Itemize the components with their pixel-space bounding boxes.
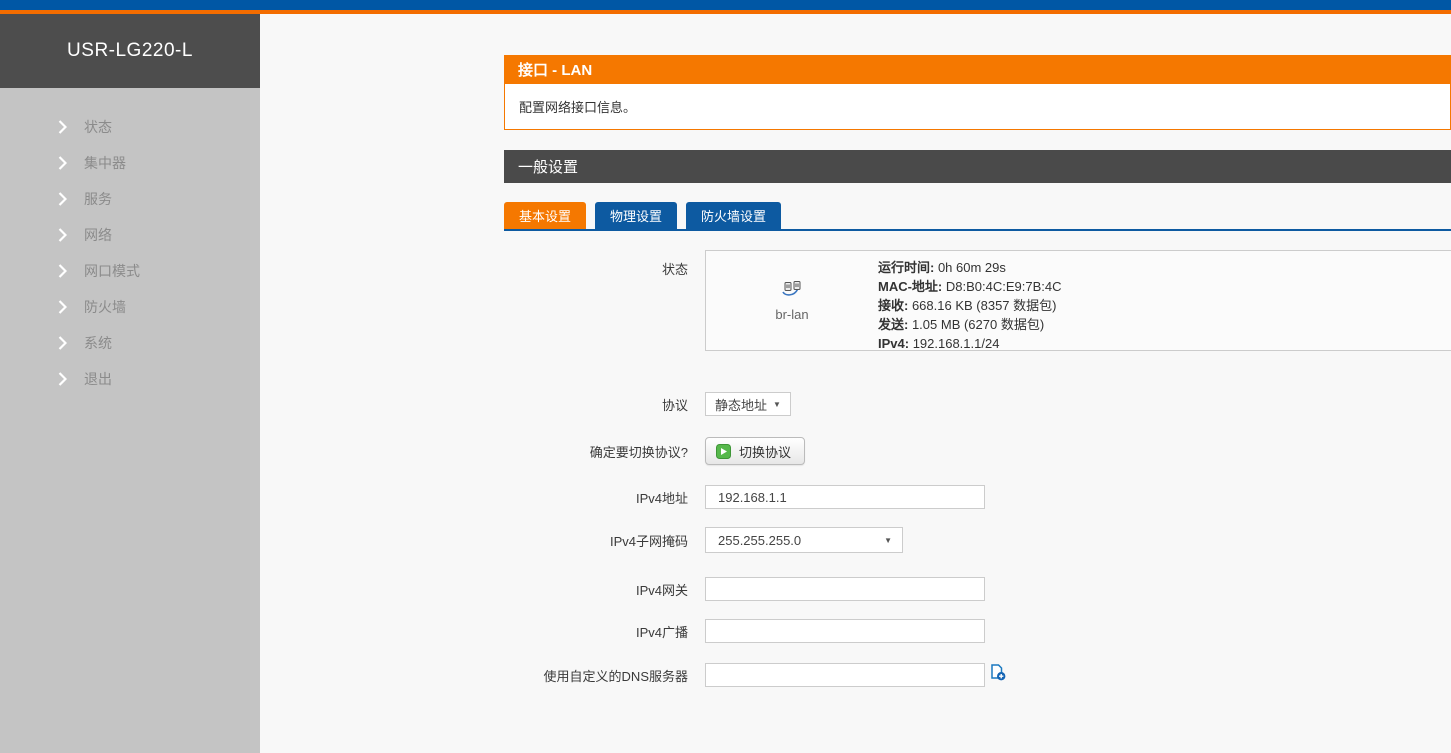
interface-status-box: br-lan 运行时间: 0h 60m 29sMAC-地址: D8:B0:4C:… bbox=[705, 250, 1451, 351]
ipv4-netmask-select[interactable]: 255.255.255.0 ▼ bbox=[705, 527, 903, 553]
add-entry-icon[interactable] bbox=[988, 663, 1006, 681]
top-bar bbox=[0, 0, 1451, 10]
sidebar-item-label: 防火墙 bbox=[84, 297, 126, 317]
status-detail-line: IPv4: 192.168.1.1/24 bbox=[878, 334, 1062, 353]
chevron-right-icon bbox=[58, 228, 68, 242]
ipv4-address-input[interactable] bbox=[705, 485, 985, 509]
dns-field bbox=[688, 663, 1006, 687]
tab-physical-settings[interactable]: 物理设置 bbox=[595, 202, 677, 229]
ipv4-gateway-label: IPv4网关 bbox=[504, 580, 688, 599]
sidebar-item-logout[interactable]: 退出 bbox=[0, 361, 260, 397]
chevron-right-icon bbox=[58, 264, 68, 278]
chevron-down-icon: ▼ bbox=[884, 536, 892, 545]
ipv4-netmask-row: IPv4子网掩码 255.255.255.0 ▼ bbox=[504, 527, 1451, 553]
ipv4-gateway-input[interactable] bbox=[705, 577, 985, 601]
dns-label: 使用自定义的DNS服务器 bbox=[504, 666, 688, 685]
sidebar-item-label: 网口模式 bbox=[84, 261, 140, 281]
ipv4-netmask-label: IPv4子网掩码 bbox=[504, 531, 688, 550]
device-title: USR-LG220-L bbox=[0, 14, 260, 88]
chevron-right-icon bbox=[58, 372, 68, 386]
switch-protocol-button[interactable]: 切换协议 bbox=[705, 437, 805, 465]
tab-firewall-settings[interactable]: 防火墙设置 bbox=[686, 202, 781, 229]
sidebar-item-label: 网络 bbox=[84, 225, 112, 245]
chevron-right-icon bbox=[58, 336, 68, 350]
sidebar-item-system[interactable]: 系统 bbox=[0, 325, 260, 361]
status-detail-line: MAC-地址: D8:B0:4C:E9:7B:4C bbox=[878, 277, 1062, 296]
sidebar-item-label: 状态 bbox=[84, 117, 112, 137]
status-label: 状态 bbox=[504, 250, 688, 278]
switch-protocol-button-label: 切换协议 bbox=[739, 442, 791, 461]
sidebar-item-port-mode[interactable]: 网口模式 bbox=[0, 253, 260, 289]
status-detail-line: 发送: 1.05 MB (6270 数据包) bbox=[878, 315, 1062, 334]
ipv4-broadcast-input[interactable] bbox=[705, 619, 985, 643]
protocol-select-value: 静态地址 bbox=[715, 395, 767, 414]
tab-bar: 基本设置物理设置防火墙设置 bbox=[504, 202, 1451, 231]
ipv4-address-label: IPv4地址 bbox=[504, 488, 688, 507]
ipv4-address-row: IPv4地址 bbox=[504, 485, 1451, 509]
ipv4-gateway-row: IPv4网关 bbox=[504, 577, 1451, 601]
sidebar-item-label: 服务 bbox=[84, 189, 112, 209]
sidebar-item-services[interactable]: 服务 bbox=[0, 181, 260, 217]
chevron-right-icon bbox=[58, 300, 68, 314]
sidebar-item-label: 集中器 bbox=[84, 153, 126, 173]
sidebar-menu: 状态集中器服务网络网口模式防火墙系统退出 bbox=[0, 88, 260, 397]
main-area: 接口 - LAN 配置网络接口信息。 一般设置 基本设置物理设置防火墙设置 状态 bbox=[260, 14, 1451, 753]
switch-protocol-row: 确定要切换协议? 切换协议 bbox=[504, 437, 1451, 465]
network-interface-icon bbox=[781, 280, 803, 302]
dns-row: 使用自定义的DNS服务器 bbox=[504, 663, 1451, 687]
sidebar-item-concentrator[interactable]: 集中器 bbox=[0, 145, 260, 181]
sidebar-item-firewall[interactable]: 防火墙 bbox=[0, 289, 260, 325]
sidebar-item-label: 系统 bbox=[84, 333, 112, 353]
chevron-right-icon bbox=[58, 120, 68, 134]
ipv4-netmask-select-value: 255.255.255.0 bbox=[718, 533, 801, 548]
sidebar-item-label: 退出 bbox=[84, 369, 112, 389]
protocol-label: 协议 bbox=[504, 395, 688, 414]
switch-protocol-label: 确定要切换协议? bbox=[504, 442, 688, 461]
protocol-row: 协议 静态地址 ▼ bbox=[504, 392, 1451, 416]
protocol-select[interactable]: 静态地址 ▼ bbox=[705, 392, 791, 416]
chevron-right-icon bbox=[58, 192, 68, 206]
sidebar: USR-LG220-L 状态集中器服务网络网口模式防火墙系统退出 bbox=[0, 14, 260, 753]
section-title: 一般设置 bbox=[504, 150, 1451, 183]
status-details: 运行时间: 0h 60m 29sMAC-地址: D8:B0:4C:E9:7B:4… bbox=[878, 251, 1062, 350]
dns-input[interactable] bbox=[705, 663, 985, 687]
status-detail-line: 运行时间: 0h 60m 29s bbox=[878, 258, 1062, 277]
sidebar-item-network[interactable]: 网络 bbox=[0, 217, 260, 253]
status-row: 状态 bbox=[504, 250, 1451, 351]
status-detail-line: 接收: 668.16 KB (8357 数据包) bbox=[878, 296, 1062, 315]
settings-form: 状态 bbox=[504, 250, 1451, 687]
page-description: 配置网络接口信息。 bbox=[504, 83, 1451, 130]
content: 接口 - LAN 配置网络接口信息。 一般设置 基本设置物理设置防火墙设置 状态 bbox=[504, 14, 1451, 687]
interface-cell: br-lan bbox=[706, 251, 878, 350]
ipv4-broadcast-row: IPv4广播 bbox=[504, 619, 1451, 643]
sidebar-item-status[interactable]: 状态 bbox=[0, 109, 260, 145]
interface-name: br-lan bbox=[775, 307, 808, 322]
page-title: 接口 - LAN bbox=[504, 55, 1451, 83]
apply-icon bbox=[716, 444, 731, 459]
chevron-down-icon: ▼ bbox=[773, 400, 781, 409]
chevron-right-icon bbox=[58, 156, 68, 170]
tab-basic-settings[interactable]: 基本设置 bbox=[504, 202, 586, 229]
ipv4-broadcast-label: IPv4广播 bbox=[504, 622, 688, 641]
